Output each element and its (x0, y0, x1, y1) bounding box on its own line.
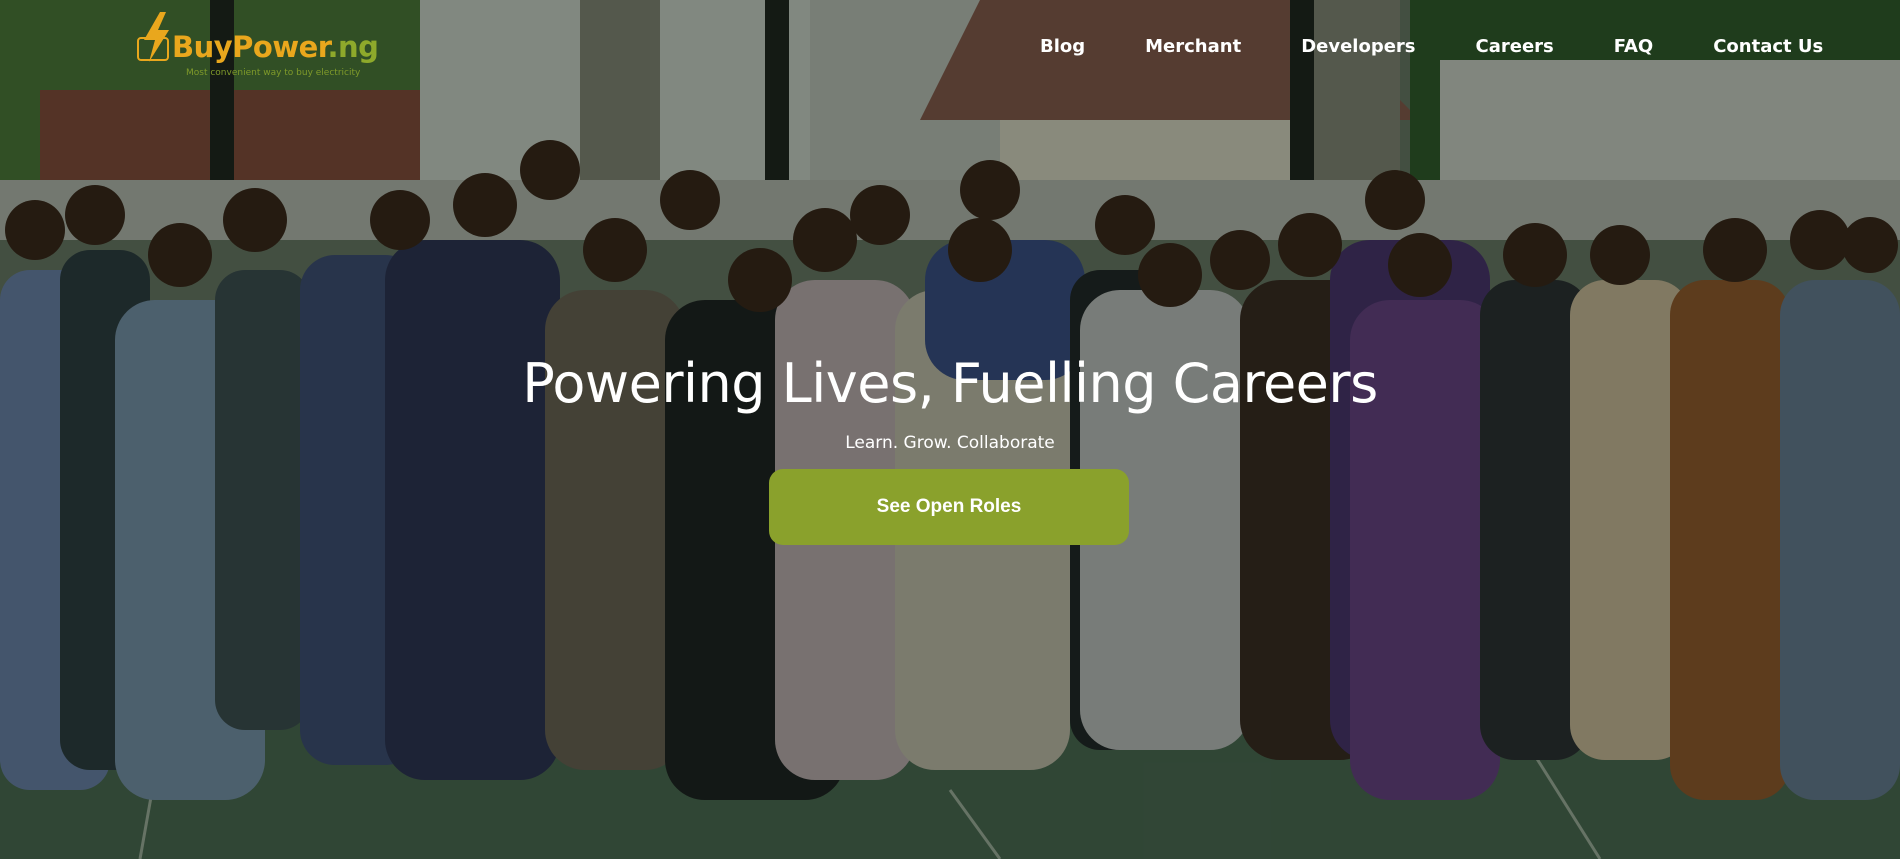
nav-link-careers[interactable]: Careers (1476, 36, 1554, 57)
nav-link-blog[interactable]: Blog (1040, 36, 1085, 57)
lightning-bolt-icon (137, 12, 169, 62)
brand-wordmark: BuyPower.ng (172, 30, 379, 64)
brand-tagline: Most convenient way to buy electricity (186, 68, 361, 78)
nav-link-faq[interactable]: FAQ (1614, 36, 1653, 57)
nav-link-contact-us[interactable]: Contact Us (1713, 36, 1823, 57)
hero-section: BuyPower.ng Most convenient way to buy e… (0, 0, 1900, 859)
hero-title: Powering Lives, Fuelling Careers (522, 352, 1378, 415)
nav-link-merchant[interactable]: Merchant (1145, 36, 1241, 57)
hero-subtitle: Learn. Grow. Collaborate (845, 433, 1055, 453)
nav-menu: Blog Merchant Developers Careers FAQ Con… (1040, 36, 1823, 57)
brand-logo[interactable]: BuyPower.ng Most convenient way to buy e… (136, 12, 379, 78)
top-navigation: BuyPower.ng Most convenient way to buy e… (0, 0, 1900, 96)
nav-link-developers[interactable]: Developers (1301, 36, 1415, 57)
hero-dark-overlay (0, 0, 1900, 859)
see-open-roles-button[interactable]: See Open Roles (769, 469, 1129, 545)
